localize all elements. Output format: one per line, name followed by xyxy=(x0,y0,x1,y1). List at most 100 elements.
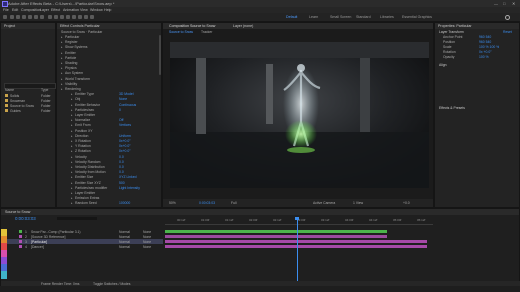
opacity-value[interactable]: 100 % xyxy=(479,55,489,59)
workspace-standard[interactable]: Standard xyxy=(356,15,371,19)
zoom-tool-icon[interactable] xyxy=(22,15,26,19)
timeline-timecode[interactable]: 0:00:03:03 xyxy=(15,216,36,221)
list-item[interactable]: Guides Folder xyxy=(3,108,55,113)
layer-mode[interactable]: Normal xyxy=(119,230,130,234)
effect-property-value[interactable]: None xyxy=(119,97,127,101)
reset-button[interactable]: Reset xyxy=(503,30,512,34)
effect-property-value[interactable]: 0.0 xyxy=(119,160,124,164)
twirl-arrow-icon[interactable]: ▸ xyxy=(71,103,73,107)
menu-file[interactable]: File xyxy=(3,8,9,12)
effect-controls-title[interactable]: Effect Controls Particular xyxy=(60,24,100,28)
twirl-arrow-icon[interactable]: ▸ xyxy=(71,123,73,127)
view-layout-select[interactable]: 1 View xyxy=(353,201,363,205)
effect-property-value[interactable]: 0.0 xyxy=(119,155,124,159)
twirl-arrow-icon[interactable]: ▸ xyxy=(71,139,73,143)
twirl-arrow-icon[interactable]: ▸ xyxy=(61,87,63,91)
rotation-value[interactable]: 0x +0.0° xyxy=(479,50,492,54)
twirl-arrow-icon[interactable]: ▸ xyxy=(61,51,63,55)
clone-tool-icon[interactable] xyxy=(72,15,76,19)
twirl-arrow-icon[interactable]: ▸ xyxy=(61,45,63,49)
effect-property-value[interactable]: Uniform xyxy=(119,134,131,138)
effect-property-value[interactable]: Continuous xyxy=(119,103,136,107)
effect-property-value[interactable]: 0x+0.0° xyxy=(119,149,131,153)
camera-select[interactable]: Active Camera xyxy=(313,201,335,205)
workspace-learn[interactable]: Learn xyxy=(309,15,318,19)
effect-property-value[interactable]: Light Intensity xyxy=(119,186,140,190)
menu-layer[interactable]: Layer xyxy=(40,8,49,12)
tab-layer[interactable]: Layer (none) xyxy=(233,24,253,28)
tab-timeline-comp[interactable]: Source to Snow xyxy=(5,210,30,214)
twirl-arrow-icon[interactable]: ▸ xyxy=(71,181,73,185)
menu-animation[interactable]: Animation xyxy=(63,8,79,12)
playhead-handle[interactable] xyxy=(295,217,299,220)
home-icon[interactable] xyxy=(3,15,7,19)
twirl-arrow-icon[interactable]: ▸ xyxy=(71,92,73,96)
layer-parent[interactable]: None xyxy=(143,230,151,234)
toggle-switches-modes[interactable]: Toggle Switches / Modes xyxy=(93,282,131,286)
menu-effect[interactable]: Effect xyxy=(51,8,60,12)
twirl-arrow-icon[interactable]: ▸ xyxy=(61,77,63,81)
project-col-type[interactable]: Type xyxy=(41,88,48,92)
puppet-tool-icon[interactable] xyxy=(90,15,94,19)
properties-title[interactable]: Properties: Particular xyxy=(438,24,472,28)
exposure-value[interactable]: +0.0 xyxy=(403,201,410,205)
current-timecode[interactable]: 0:00:03:03 xyxy=(199,201,215,205)
brush-tool-icon[interactable] xyxy=(66,15,70,19)
layer-parent[interactable]: None xyxy=(143,240,151,244)
composition-viewer[interactable] xyxy=(170,42,429,188)
effect-property-value[interactable]: Off xyxy=(119,118,123,122)
resolution-select[interactable]: Full xyxy=(231,201,236,205)
workspace-libraries[interactable]: Libraries xyxy=(380,15,394,19)
effect-property-value[interactable]: 0.0 xyxy=(119,165,124,169)
twirl-arrow-icon[interactable]: ▸ xyxy=(61,66,63,70)
subtab-tracker[interactable]: Tracker xyxy=(201,30,212,34)
menu-composition[interactable]: Composition xyxy=(21,8,41,12)
menu-window[interactable]: Window xyxy=(90,8,103,12)
effect-property-value[interactable]: 0 xyxy=(119,108,121,112)
twirl-arrow-icon[interactable]: ▸ xyxy=(71,170,73,174)
maximize-button[interactable]: □ xyxy=(503,1,505,6)
align-heading[interactable]: Align xyxy=(439,63,447,67)
camera-tool-icon[interactable] xyxy=(34,15,38,19)
timeline-search-input[interactable] xyxy=(57,217,97,220)
twirl-arrow-icon[interactable]: ▸ xyxy=(71,97,73,101)
effect-property-value[interactable]: 100000 xyxy=(119,201,130,205)
workspace-default[interactable]: Default xyxy=(286,15,297,19)
twirl-arrow-icon[interactable]: ▸ xyxy=(71,149,73,153)
layer-bar-1[interactable] xyxy=(165,230,387,233)
project-panel-title[interactable]: Project xyxy=(4,24,15,28)
layer-bar-3[interactable] xyxy=(165,240,427,243)
subtab-source-to-snow[interactable]: Source to Snow xyxy=(169,30,193,34)
twirl-arrow-icon[interactable]: ▸ xyxy=(61,56,63,60)
layer-parent[interactable]: None xyxy=(143,235,151,239)
effects-presets-heading[interactable]: Effects & Presets xyxy=(439,106,465,110)
hand-tool-icon[interactable] xyxy=(16,15,20,19)
layer-mode[interactable]: Normal xyxy=(119,245,130,249)
layer-transform-heading[interactable]: Layer Transform xyxy=(439,30,464,34)
zoom-level[interactable]: 50% xyxy=(169,201,176,205)
close-button[interactable]: ✕ xyxy=(512,1,515,6)
eraser-tool-icon[interactable] xyxy=(78,15,82,19)
twirl-arrow-icon[interactable]: ▸ xyxy=(61,82,63,86)
twirl-arrow-icon[interactable]: ▸ xyxy=(71,113,73,117)
position-value[interactable]: 960 540 xyxy=(479,40,491,44)
effect-property-value[interactable]: 0x+0.0° xyxy=(119,144,131,148)
effect-property-value[interactable]: 0x+0.0° xyxy=(119,139,131,143)
layer-bar-4[interactable] xyxy=(165,245,427,248)
playhead[interactable] xyxy=(297,217,298,283)
layer-bar-2[interactable] xyxy=(165,235,387,238)
menu-view[interactable]: View xyxy=(80,8,88,12)
twirl-arrow-icon[interactable]: ▸ xyxy=(71,165,73,169)
minimize-button[interactable]: — xyxy=(494,1,498,6)
effect-property-row[interactable]: ▸ Random Seed 100000 xyxy=(57,201,157,206)
effect-property-value[interactable]: 3D Model xyxy=(119,92,134,96)
type-tool-icon[interactable] xyxy=(60,15,64,19)
twirl-arrow-icon[interactable]: ▸ xyxy=(71,155,73,159)
rotate-tool-icon[interactable] xyxy=(28,15,32,19)
twirl-arrow-icon[interactable]: ▸ xyxy=(71,160,73,164)
twirl-arrow-icon[interactable]: ▸ xyxy=(71,186,73,190)
workspace-small-screen[interactable]: Small Screen xyxy=(330,15,351,19)
anchor-point-value[interactable]: 960 540 xyxy=(479,35,491,39)
effect-property-value[interactable]: 500 xyxy=(119,181,125,185)
scale-value[interactable]: 100 % 100 % xyxy=(479,45,499,49)
